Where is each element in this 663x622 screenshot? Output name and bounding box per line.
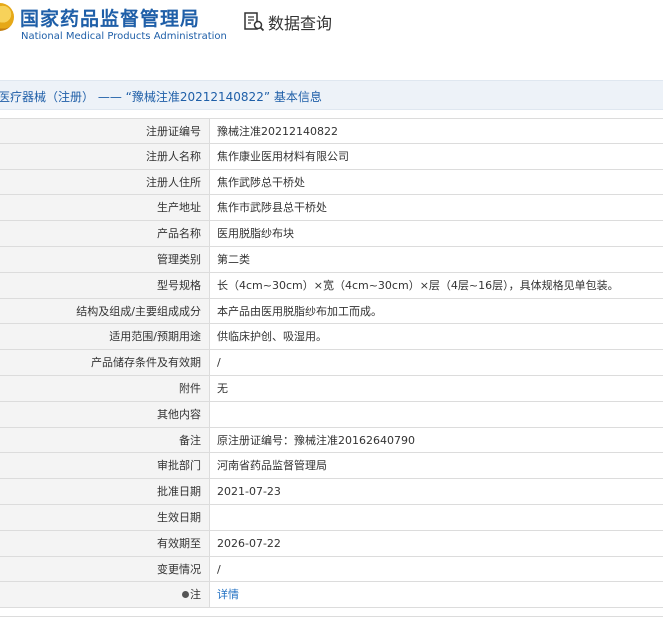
table-row: 管理类别 第二类 [0,246,663,273]
note-label: 注 [190,588,201,602]
row-value: / [217,356,221,370]
row-label: 产品储存条件及有效期 [0,350,210,375]
row-value: 原注册证编号：豫械注准20162640790 [217,433,415,447]
row-label: 注册证编号 [0,119,210,143]
table-row: 批准日期 2021-07-23 [0,479,663,505]
row-value: 豫械注准20212140822 [217,125,338,138]
table-row: 产品储存条件及有效期 / [0,350,663,376]
row-label: 生产地址 [0,195,210,221]
record-title-bar: 内医疗器械（注册） —— “豫械注准20212140822” 基本信息 [0,80,663,110]
row-value: / [217,562,221,576]
row-value: 医用脱脂纱布块 [217,227,294,241]
table-row: 适用范围/预期用途 供临床护创、吸湿用。 [0,324,663,351]
registration-info-table: 注册证编号 豫械注准20212140822 注册人名称 焦作康业医用材料有限公司 注… [0,118,663,609]
row-label: 有效期至 [0,530,210,556]
data-query-link[interactable]: 数据查询 [243,10,332,34]
row-value: 本产品由医用脱脂纱布加工而成。 [217,304,382,318]
data-query-label: 数据查询 [268,14,333,33]
row-value [210,402,663,427]
row-value: 第二类 [217,252,250,266]
details-link[interactable]: 详情 [217,588,239,601]
org-name-cn: 国家药品监督管理局 [20,8,201,30]
row-label: 附件 [0,375,210,401]
row-value: 焦作武陟总干桥处 [217,175,305,189]
row-label: 结构及组成/主要组成成分 [0,298,210,324]
table-row: 变更情况 / [0,556,663,583]
org-name-en: National Medical Products Administration [21,31,227,42]
document-search-icon [244,12,265,32]
row-value: 焦作康业医用材料有限公司 [217,149,349,163]
table-row: 备注 原注册证编号：豫械注准20162640790 [0,427,663,454]
table-row: 注册人名称 焦作康业医用材料有限公司 [0,143,663,170]
row-label: 变更情况 [0,556,210,582]
row-value: 河南省药品监督管理局 [217,459,327,473]
row-value: 详情 [210,582,663,607]
nmpa-emblem-icon [0,3,14,31]
row-label: 备注 [0,427,210,453]
row-value: 供临床护创、吸湿用。 [217,330,327,344]
row-value: 2026-07-22 [217,536,281,550]
record-title: 内医疗器械（注册） —— “豫械注准20212140822” 基本信息 [0,90,322,104]
row-label: 管理类别 [0,246,210,272]
table-row: 注册人住所 焦作武陟总干桥处 [0,169,663,196]
row-label: 审批部门 [0,453,210,479]
row-label: 批准日期 [0,479,210,504]
table-row: 附件无 [0,375,663,402]
row-value [210,505,663,530]
row-label: 适用范围/预期用途 [0,324,210,350]
row-label: 型号规格 [0,272,210,298]
table-row: 型号规格 长（4cm~30cm）×宽（4cm~30cm）×层（4层~16层），具体… [0,272,663,299]
site-header: 国家药品监督管理局 National Medical Products Admi… [0,0,663,62]
row-label: 注册人名称 [0,143,210,169]
row-label: 注 [0,582,210,608]
table-row: 生产地址 焦作市武陟县总干桥处 [0,195,663,222]
table-row: 其他内容 [0,401,663,428]
table-row: 审批部门 河南省药品监督管理局 [0,453,663,480]
row-value: 2021-07-23 [217,485,281,499]
row-label: 产品名称 [0,221,210,246]
table-row: 注 详情 [0,582,663,609]
table-row: 产品名称 医用脱脂纱布块 [0,221,663,247]
table-row: 结构及组成/主要组成成分 本产品由医用脱脂纱布加工而成。 [0,298,663,325]
note-dot-icon [182,591,189,599]
row-label: 生效日期 [0,504,210,530]
row-label: 其他内容 [0,401,210,427]
row-value: 无 [217,381,228,395]
table-row: 生效日期 [0,504,663,531]
table-row: 注册证编号 豫械注准20212140822 [0,118,663,144]
row-value: 焦作市武陟县总干桥处 [217,201,327,215]
table-bottom-divider [0,616,663,617]
row-value: 长（4cm~30cm）×宽（4cm~30cm）×层（4层~16层），具体规格见单… [217,278,619,292]
table-row: 有效期至 2026-07-22 [0,530,663,557]
row-label: 注册人住所 [0,169,210,195]
